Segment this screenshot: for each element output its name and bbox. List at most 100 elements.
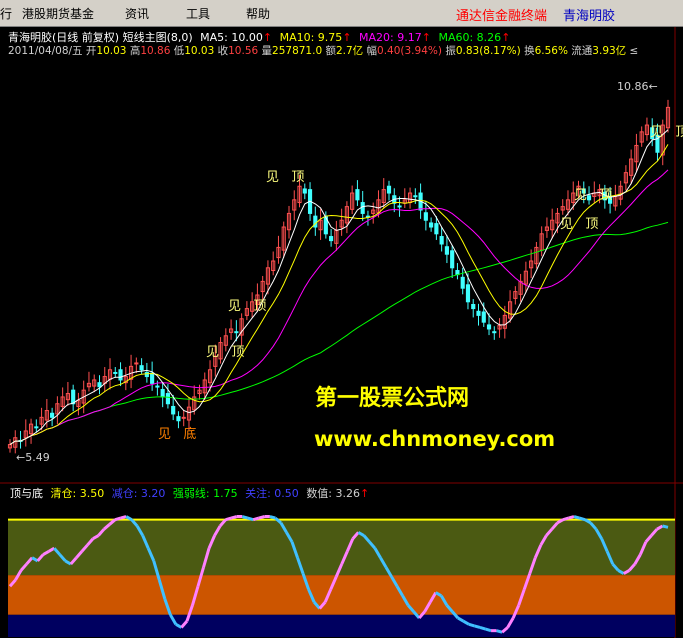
up-arrow-icon: ↑	[421, 31, 431, 44]
candle-body	[439, 236, 444, 245]
indicator-segment	[241, 515, 249, 520]
turnover-value: 6.56%	[534, 45, 568, 57]
indicator-segment	[225, 516, 232, 522]
indicator-segment	[258, 515, 265, 520]
float-label: 流通	[571, 45, 593, 57]
candle-body	[34, 426, 39, 429]
candle-body	[139, 365, 144, 371]
indicator-zone-orange	[8, 575, 675, 615]
indicator-name: 顶与底	[10, 487, 43, 500]
candle-body	[460, 276, 465, 289]
signal-top-1: 见 顶	[266, 170, 305, 185]
candle-body	[360, 202, 365, 214]
volume-label: 量	[261, 45, 273, 57]
up-arrow-icon: ↑	[360, 487, 370, 500]
ma20-label: MA20: 9.17	[359, 31, 422, 44]
stock-name-label: 青海明胶	[563, 9, 616, 24]
chart-header-row2: 2011/04/08/五 开10.03 高10.86 低10.03 收10.56…	[8, 45, 638, 58]
candle-body	[113, 371, 118, 374]
high-value: 10.86	[140, 45, 171, 57]
indicator-segment	[474, 624, 481, 629]
candle-body	[397, 205, 402, 208]
indicator-segment	[252, 516, 260, 522]
left-arrow-icon: ←	[648, 80, 658, 93]
candle-body	[329, 236, 334, 242]
volume-value: 257871.0	[272, 45, 323, 57]
watermark-url: www.chnmoney.com	[314, 427, 556, 451]
watermark-title: 第一股票公式网	[315, 386, 470, 411]
low-value: 10.03	[184, 45, 215, 57]
candle-body	[423, 212, 428, 221]
indicator-segment	[468, 622, 475, 628]
menu-market[interactable]: 行	[0, 5, 12, 22]
high-label: 高	[129, 45, 141, 57]
candle-body	[465, 284, 471, 303]
indicator-header: 顶与底 清仓: 3.50 减仓: 3.20 强弱线: 1.75 关注: 0.50…	[10, 487, 369, 500]
change-value: 0.40(3.94%)	[377, 45, 442, 57]
high-price-value: 10.86	[617, 80, 649, 93]
indicator-segment	[120, 515, 127, 520]
low-label: 低	[173, 45, 185, 57]
menu-hk-futures-funds[interactable]: 港股期货基金	[22, 5, 94, 22]
candle-body	[302, 188, 307, 194]
candle-body	[176, 416, 181, 422]
indicator-reduce-label: 减仓: 3.20	[111, 487, 166, 500]
indicator-segment	[114, 516, 122, 522]
amount-value: 2.7亿	[335, 45, 364, 57]
signal-bottom-1: 见 底	[158, 427, 197, 442]
indicator-segment	[485, 627, 492, 633]
candle-body	[50, 412, 55, 418]
candle-body	[355, 189, 360, 201]
indicator-segment	[562, 516, 569, 522]
candle-body	[413, 195, 418, 198]
up-arrow-icon: ↑	[342, 31, 352, 44]
signal-top-6: 见 顶	[650, 125, 683, 140]
ma5-label: MA5: 10.00	[200, 31, 263, 44]
indicator-segment	[568, 515, 575, 520]
high-price-marker: 10.86←	[617, 80, 658, 93]
quote-trailing: ≤	[629, 45, 639, 57]
turnover-label: 换	[524, 45, 535, 57]
ma60-label: MA60: 8.26	[438, 31, 502, 44]
candle-body	[386, 185, 392, 194]
candle-body	[234, 331, 239, 334]
candle-body	[450, 250, 455, 269]
signal-top-3: 见 顶	[206, 345, 245, 360]
indicator-segment	[662, 524, 669, 529]
signal-top-4: 见 顶	[574, 188, 613, 203]
candle-body	[171, 405, 176, 415]
amount-label: 额	[325, 45, 336, 57]
candle-body	[481, 311, 486, 323]
candle-body	[492, 331, 497, 334]
indicator-zone-navy	[8, 614, 675, 637]
amplitude-label: 振	[445, 45, 456, 57]
menu-info[interactable]: 资讯	[125, 5, 149, 22]
candle-body	[444, 246, 449, 255]
indicator-segment	[269, 515, 276, 520]
open-value: 10.03	[96, 45, 127, 57]
candle-body	[118, 369, 123, 381]
indicator-strength-label: 强弱线: 1.75	[172, 487, 238, 500]
candle-body	[160, 388, 165, 398]
candle-body	[476, 310, 481, 316]
close-label: 收	[217, 45, 229, 57]
indicator-value-label: 数值: 3.26	[306, 487, 361, 500]
low-price-value: 5.49	[25, 451, 50, 464]
change-label: 幅	[366, 45, 378, 57]
indicator-segment	[479, 626, 486, 631]
menu-tools[interactable]: 工具	[186, 5, 210, 22]
candle-body	[429, 222, 434, 228]
close-value: 10.56	[228, 45, 259, 57]
candle-body	[150, 372, 155, 384]
signal-top-5: 见 顶	[560, 217, 599, 232]
candle-body	[71, 389, 76, 405]
low-price-marker: ←5.49	[16, 451, 50, 464]
chart-title: 青海明胶(日线 前复权) 短线主图(8,0)	[8, 31, 193, 44]
left-arrow-icon: ←	[16, 451, 26, 464]
candle-body	[486, 324, 492, 330]
menu-help[interactable]: 帮助	[246, 5, 270, 22]
indicator-segment	[247, 516, 254, 522]
candle-body	[181, 416, 186, 419]
kline-chart[interactable]	[0, 27, 683, 638]
indicator-segment	[573, 515, 580, 520]
